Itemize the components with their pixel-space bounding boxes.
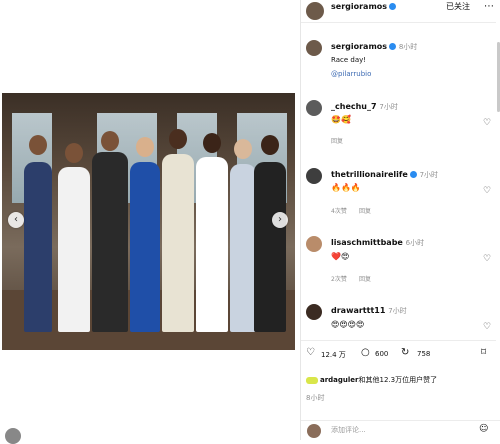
person [162, 154, 194, 332]
caption-time: 8小时 [398, 43, 418, 51]
next-photo-button[interactable]: › [272, 212, 288, 228]
follow-button[interactable]: 已关注 [446, 1, 470, 12]
comments-count: 600 [375, 350, 389, 358]
author-avatar[interactable] [306, 2, 324, 20]
likes-count: 12.4 万 [321, 351, 346, 359]
divider [301, 340, 496, 341]
comment-text: 🔥🔥🔥 [331, 183, 361, 192]
verified-icon [389, 3, 397, 10]
comment-like-count: 4次赞 [331, 208, 347, 215]
post-side-panel: sergioramos 已关注 ⋯ sergioramos 8小时 Race d… [300, 0, 500, 440]
comment-text: ❤️😍 [331, 252, 350, 261]
save-icon[interactable]: ⌑ [481, 347, 486, 358]
media-area: ‹ › [0, 0, 300, 444]
liker-avatar [306, 376, 318, 384]
reply-button[interactable]: 回复 [359, 274, 371, 283]
comment-avatar[interactable] [306, 168, 322, 184]
like-icon[interactable]: ♡ [306, 347, 315, 358]
post-photo [2, 93, 295, 350]
like-comment-icon[interactable]: ♡ [483, 186, 491, 196]
comment-text: 🤩🥰 [331, 115, 351, 124]
like-comment-icon[interactable]: ♡ [483, 118, 491, 128]
comment-icon[interactable]: ○ [361, 347, 370, 358]
person-head [29, 135, 47, 155]
current-user-avatar [307, 424, 321, 438]
like-comment-icon[interactable]: ♡ [483, 322, 491, 332]
more-icon[interactable]: ⋯ [484, 1, 494, 12]
reply-button[interactable]: 回复 [359, 206, 371, 215]
person [196, 157, 228, 332]
verified-icon [389, 43, 397, 50]
caption-username[interactable]: sergioramos 8小时 [331, 42, 417, 52]
caption-mention[interactable]: @pilarrubio [331, 70, 371, 78]
person [254, 162, 286, 332]
reply-button[interactable]: 回复 [331, 136, 343, 145]
shares-count: 758 [417, 350, 431, 358]
person [130, 162, 160, 332]
comment-username[interactable]: lisaschmittbabe 6小时 [331, 238, 424, 248]
like-comment-icon[interactable]: ♡ [483, 254, 491, 264]
person-head [261, 135, 279, 155]
person-head [203, 133, 221, 153]
author-username[interactable]: sergioramos [331, 2, 397, 11]
caption-text: Race day! [331, 56, 367, 64]
post-header: sergioramos 已关注 ⋯ [301, 0, 500, 20]
post-time: 8小时 [306, 394, 325, 402]
comment-avatar[interactable] [306, 100, 322, 116]
likes-summary: ardaguler和其他12.3万位用户赞了 [306, 375, 437, 385]
comment-avatar[interactable] [306, 304, 322, 320]
person-head [169, 129, 187, 149]
caption-avatar[interactable] [306, 40, 322, 56]
comment-avatar[interactable] [306, 236, 322, 252]
person-head [101, 131, 119, 151]
profile-avatar[interactable] [5, 428, 21, 444]
divider [301, 22, 496, 23]
share-icon[interactable]: ↻ [401, 347, 409, 358]
verified-icon [409, 171, 417, 178]
comment-username[interactable]: thetrillionairelife 7小时 [331, 170, 438, 180]
person-head [234, 139, 252, 159]
person [230, 164, 256, 332]
person [92, 152, 128, 332]
comment-username[interactable]: drawarttt11 7小时 [331, 306, 407, 316]
person-head [136, 137, 154, 157]
person [58, 167, 90, 332]
comment-username[interactable]: _chechu_7 7小时 [331, 102, 398, 112]
comment-like-count: 2次赞 [331, 276, 347, 283]
person [24, 162, 52, 332]
comment-box: 添加评论... ☺ [301, 420, 500, 441]
comment-input[interactable]: 添加评论... [331, 425, 366, 435]
comment-text: 😍😍😍😍 [331, 320, 365, 329]
emoji-icon[interactable]: ☺ [479, 424, 488, 434]
previous-photo-button[interactable]: ‹ [8, 212, 24, 228]
person-head [65, 143, 83, 163]
